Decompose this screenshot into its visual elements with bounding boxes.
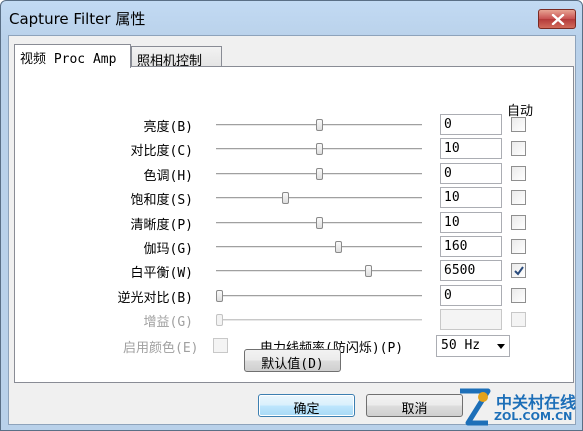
property-value-field[interactable]: 0 <box>440 114 502 135</box>
powerline-frequency-select[interactable]: 50 Hz <box>436 334 510 357</box>
property-auto-checkbox[interactable] <box>511 141 526 157</box>
chevron-down-icon <box>497 343 505 349</box>
zol-logo-icon <box>460 388 491 426</box>
ok-button[interactable]: 确定 <box>258 394 355 417</box>
property-slider-thumb[interactable] <box>335 241 343 253</box>
property-slider-track[interactable] <box>216 294 422 298</box>
property-auto-checkbox[interactable] <box>511 214 526 230</box>
property-auto-checkbox[interactable] <box>511 165 526 181</box>
default-button[interactable]: 默认值(D) <box>244 349 341 372</box>
property-value-field[interactable]: 160 <box>440 236 502 257</box>
dialog-client-area: 视频 Proc Amp 照相机控制 自动 亮度(B) 0 对比度(C) 10 色调(H)… <box>8 35 576 425</box>
close-icon <box>551 14 565 25</box>
dialog-window: Capture Filter 属性 视频 Proc Amp 照相机控制 自动 亮… <box>0 0 583 431</box>
checkmark-icon <box>514 266 524 276</box>
property-auto-checkbox[interactable] <box>511 287 526 303</box>
property-slider-track[interactable] <box>216 197 422 201</box>
property-label: 亮度(B) <box>143 120 193 135</box>
zol-watermark: 中关村在线 ZOL.COM.CN <box>456 385 583 431</box>
property-slider-track[interactable] <box>216 270 422 274</box>
property-value-field[interactable]: 0 <box>440 162 502 184</box>
color-enable-checkbox[interactable] <box>213 337 228 353</box>
property-auto-checkbox[interactable] <box>511 239 526 254</box>
property-slider-thumb[interactable] <box>315 119 323 131</box>
tab-video-proc-amp[interactable]: 视频 Proc Amp <box>14 44 131 68</box>
property-value-field[interactable]: 10 <box>440 211 502 233</box>
property-slider-track[interactable] <box>216 319 422 323</box>
property-slider-thumb[interactable] <box>216 289 223 302</box>
powerline-frequency-value: 50 Hz <box>441 337 481 353</box>
close-button[interactable] <box>538 9 576 29</box>
property-value-field[interactable]: 0 <box>440 284 502 306</box>
tab-camera-control[interactable]: 照相机控制 <box>131 46 222 69</box>
property-label: 对比度(C) <box>130 144 193 160</box>
property-value-field <box>440 309 502 331</box>
property-value-field[interactable]: 10 <box>440 187 502 209</box>
property-value-field[interactable]: 6500 <box>440 260 502 282</box>
property-slider-thumb[interactable] <box>281 192 289 205</box>
window-title: Capture Filter 属性 <box>9 10 146 28</box>
property-auto-checkbox <box>511 312 526 328</box>
title-bar[interactable]: Capture Filter 属性 <box>1 1 582 35</box>
property-slider-thumb[interactable] <box>365 265 373 278</box>
cancel-button[interactable]: 取消 <box>366 394 463 417</box>
property-label: 伽玛(G) <box>143 242 193 257</box>
property-value-field[interactable]: 10 <box>440 138 502 160</box>
property-slider-thumb[interactable] <box>315 167 323 180</box>
property-label: 清晰度(P) <box>130 217 193 233</box>
property-auto-checkbox[interactable] <box>511 117 526 132</box>
watermark-url: ZOL.COM.CN <box>494 410 573 423</box>
property-label: 增益(G) <box>143 315 193 331</box>
property-auto-checkbox[interactable] <box>511 263 526 279</box>
property-label: 色调(H) <box>143 168 193 184</box>
tab-panel: 自动 亮度(B) 0 对比度(C) 10 色调(H) 0 饱和度(S) 10 清晰度(P) 10 伽… <box>14 66 574 383</box>
property-label: 逆光对比(B) <box>117 290 193 306</box>
property-slider-track[interactable] <box>216 246 422 249</box>
property-slider-thumb[interactable] <box>315 216 323 229</box>
property-slider-thumb <box>216 314 223 327</box>
property-label: 饱和度(S) <box>130 193 193 209</box>
property-slider-thumb[interactable] <box>315 143 323 156</box>
color-enable-label: 启用颜色(E) <box>123 340 199 356</box>
property-auto-checkbox[interactable] <box>511 190 526 206</box>
property-label: 白平衡(W) <box>130 266 193 282</box>
